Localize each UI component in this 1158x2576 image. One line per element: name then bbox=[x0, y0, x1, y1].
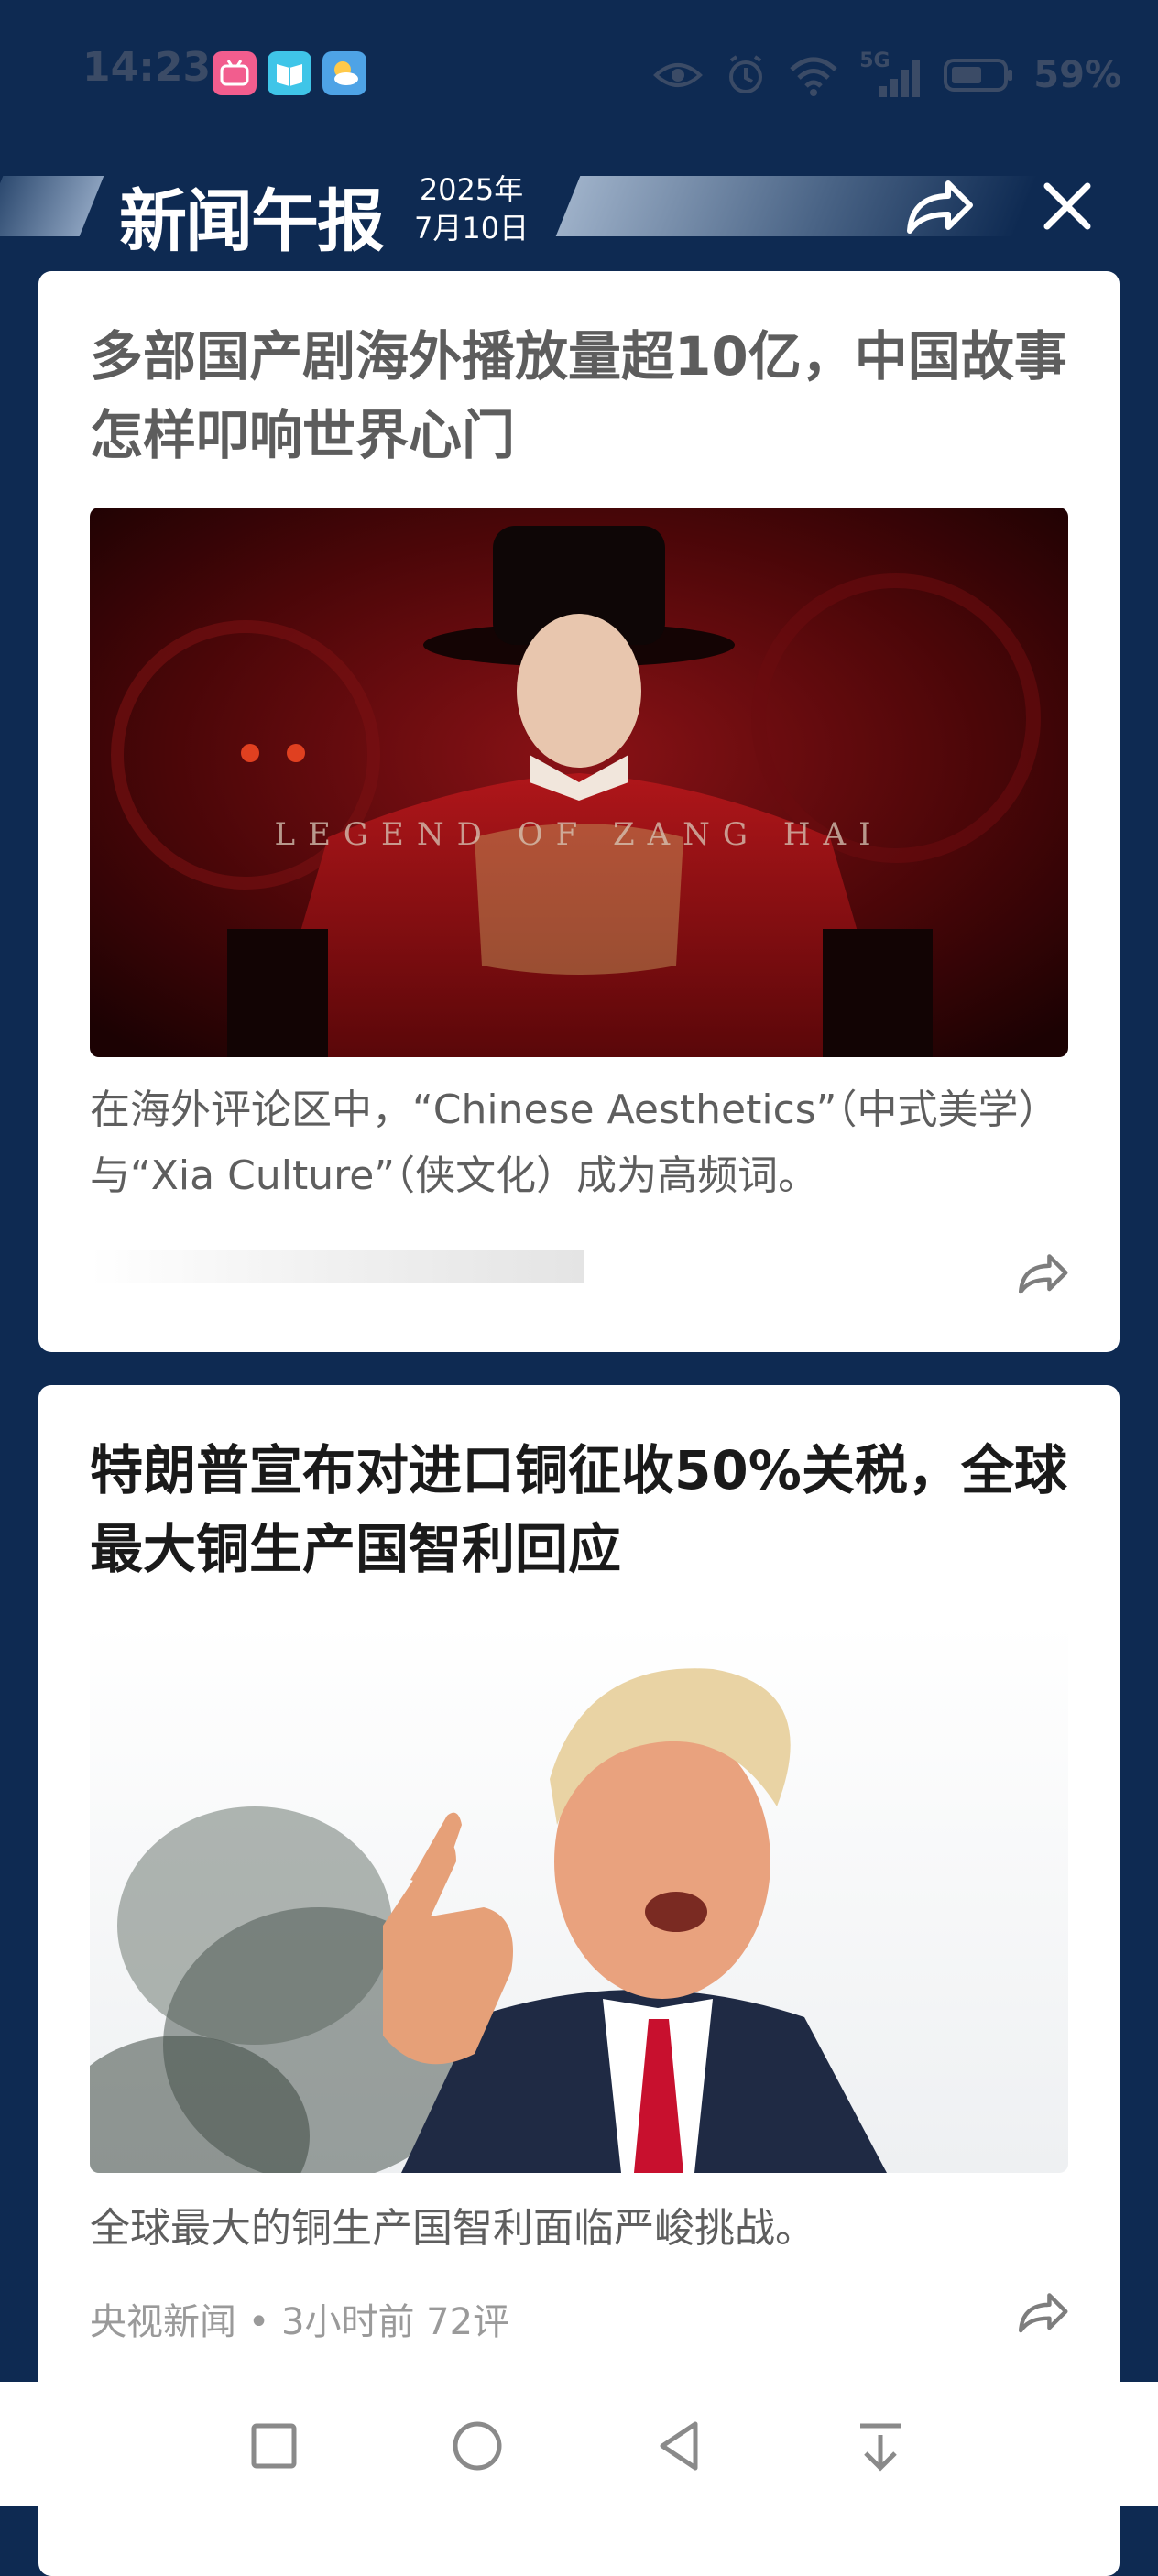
brand-title: 新闻午报 bbox=[119, 182, 385, 261]
app-header: 新闻午报 2025年 7月10日 bbox=[0, 156, 1158, 261]
back-triangle-icon bbox=[660, 2421, 698, 2471]
signal-icon: 5G bbox=[859, 49, 923, 97]
status-bar: 14:23 5G 59% bbox=[0, 0, 1158, 147]
battery-icon bbox=[944, 59, 1013, 92]
date-day: 7月10日 bbox=[414, 211, 530, 246]
news-summary: 在海外评论区中，“Chinese Aesthetics”（中式美学）与“Xia … bbox=[90, 1086, 1059, 1199]
system-nav-bar bbox=[0, 2382, 1158, 2506]
share-button[interactable] bbox=[898, 165, 980, 247]
news-meta bbox=[90, 1250, 584, 1283]
close-icon bbox=[1043, 182, 1091, 230]
recents-button[interactable] bbox=[233, 2409, 315, 2483]
card-share-button[interactable] bbox=[1013, 2283, 1072, 2341]
status-time: 14:23 bbox=[82, 44, 212, 91]
back-button[interactable] bbox=[638, 2409, 720, 2483]
header-decoration-left bbox=[0, 176, 104, 236]
news-summary: 全球最大的铜生产国智利面临严峻挑战。 bbox=[90, 2205, 815, 2252]
pull-down-icon bbox=[860, 2423, 901, 2472]
card-share-button[interactable] bbox=[1013, 1244, 1072, 1303]
share-icon bbox=[1018, 1254, 1068, 1294]
news-image[interactable]: LEGEND OF ZANG HAI bbox=[90, 508, 1068, 1057]
news-title[interactable]: 特朗普宣布对进口铜征收50%关税，全球最大铜生产国智利回应 bbox=[90, 1431, 1068, 1588]
home-button[interactable] bbox=[436, 2409, 519, 2483]
header-date: 2025年 7月10日 bbox=[414, 170, 529, 247]
news-card[interactable]: 多部国产剧海外播放量超10亿，中国故事怎样叩响世界心门 LEGEND OF ZA… bbox=[38, 271, 1120, 1352]
reader-icon bbox=[268, 51, 311, 95]
share-icon bbox=[1018, 2293, 1068, 2333]
date-year: 2025年 bbox=[419, 172, 524, 207]
image-caption: LEGEND OF ZANG HAI bbox=[275, 816, 884, 853]
news-image[interactable] bbox=[90, 1623, 1068, 2173]
weather-icon bbox=[322, 51, 366, 95]
news-title[interactable]: 多部国产剧海外播放量超10亿，中国故事怎样叩响世界心门 bbox=[90, 317, 1068, 475]
alarm-icon bbox=[729, 55, 763, 93]
wifi-icon bbox=[790, 57, 837, 96]
close-button[interactable] bbox=[1026, 165, 1109, 247]
share-icon bbox=[907, 180, 973, 234]
square-icon bbox=[251, 2423, 297, 2469]
news-meta: 央视新闻 • 3小时前 72评 bbox=[90, 2301, 510, 2343]
eye-icon bbox=[653, 63, 704, 87]
expand-notifications-button[interactable] bbox=[839, 2409, 922, 2483]
circle-icon bbox=[453, 2421, 502, 2471]
bilibili-icon bbox=[213, 51, 257, 95]
battery-percent: 59% bbox=[1033, 54, 1121, 96]
